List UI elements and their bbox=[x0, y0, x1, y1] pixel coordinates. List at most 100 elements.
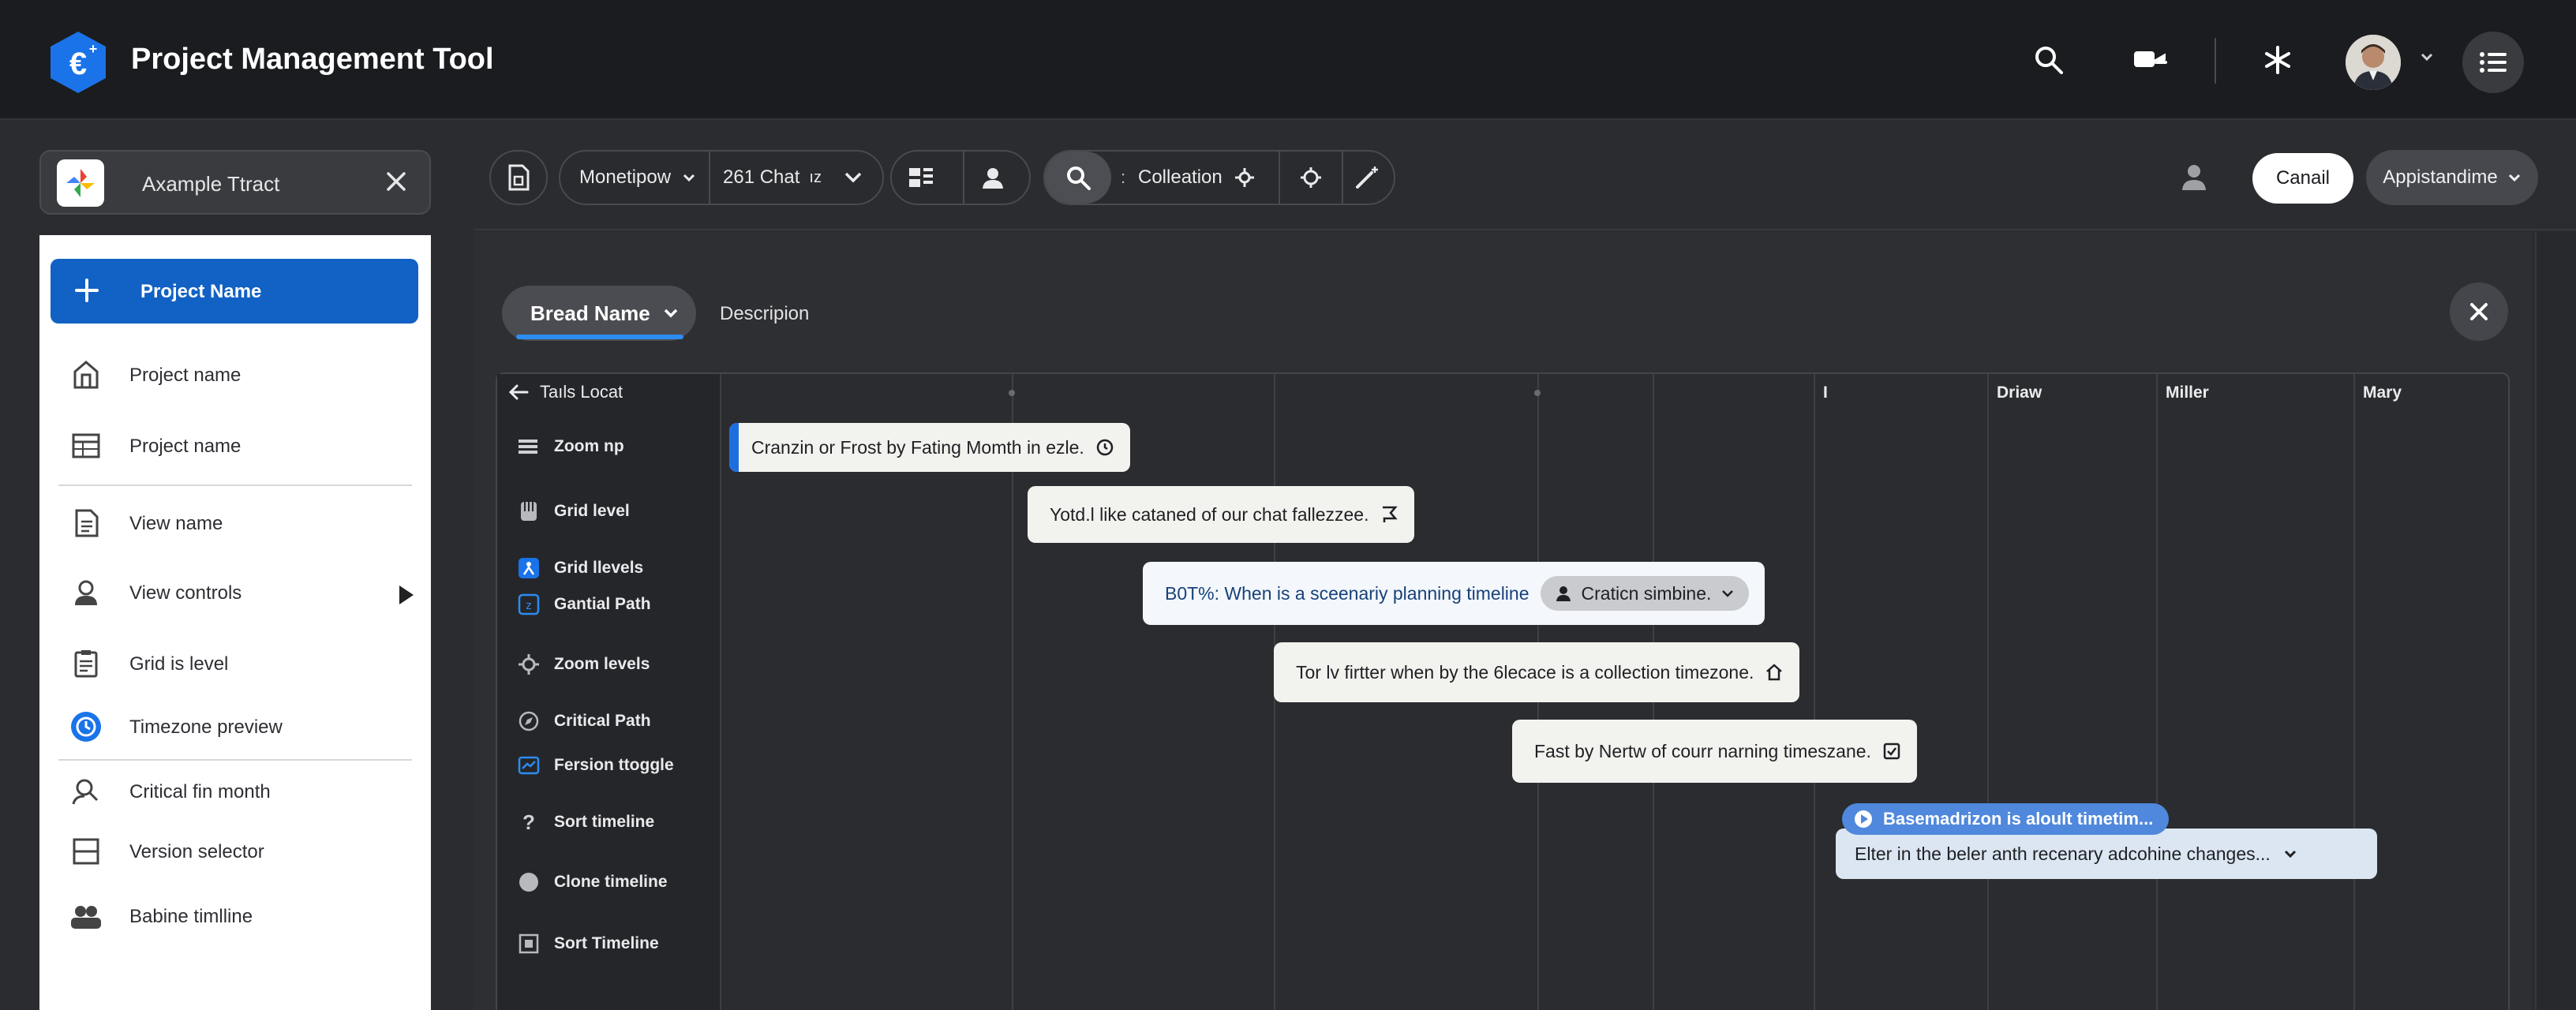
task-bar-selected[interactable]: B0T%: When is a sceenariy planning timel… bbox=[1143, 562, 1765, 625]
sidebar-item-project-name[interactable]: Project name bbox=[39, 344, 431, 404]
grid-option-grid-level[interactable]: Grid level bbox=[518, 500, 630, 522]
compass-icon bbox=[518, 710, 540, 732]
sidebar-item-label: Critical fin month bbox=[129, 781, 271, 802]
divider bbox=[709, 152, 710, 204]
user-icon[interactable] bbox=[2178, 161, 2210, 193]
column-header: Mary bbox=[2363, 383, 2402, 402]
grid-option-sort-timeline-2[interactable]: Sort Timeline bbox=[518, 933, 659, 955]
new-file-button[interactable] bbox=[489, 150, 548, 205]
sidebar-item-view-controls[interactable]: View controls bbox=[39, 562, 431, 622]
sidebar-item-critical-fin-month[interactable]: Critical fin month bbox=[39, 761, 431, 821]
apps-dropdown[interactable]: Appistandime bbox=[2366, 150, 2538, 205]
person-badge-icon bbox=[518, 557, 540, 579]
view-dropdown-group: Monetipow 261 Chat ız bbox=[559, 150, 884, 205]
task-bar-blue[interactable]: Elter in the beler anth recenary adcohin… bbox=[1836, 829, 2377, 879]
tooltip-text: Basemadrizon is aloult timetim... bbox=[1883, 809, 2154, 829]
grid-option-zoom-levels[interactable]: Zoom levels bbox=[518, 653, 650, 675]
grid-marker bbox=[1009, 390, 1015, 396]
sidebar-item-project-name-primary[interactable]: Project Name bbox=[51, 259, 418, 324]
column-header: Miller bbox=[2166, 383, 2209, 402]
timezone-icon bbox=[69, 710, 103, 743]
chevron-down-icon bbox=[2284, 850, 2296, 858]
task-bar[interactable]: Cranzin or Frost by Fating Momth in ezle… bbox=[729, 423, 1130, 472]
back-to-tasks[interactable]: Taıls Locat bbox=[508, 382, 623, 402]
tab-bread-name[interactable]: Bread Name bbox=[502, 286, 696, 341]
task-text: Yotd.l like cataned of our chat fallezze… bbox=[1050, 503, 1369, 525]
flag-icon bbox=[1383, 506, 1398, 522]
chevron-down-icon bbox=[664, 309, 677, 318]
separator-glyph: : bbox=[1121, 167, 1126, 187]
app-logo-icon[interactable]: € + bbox=[47, 30, 109, 95]
close-panel-button[interactable] bbox=[2450, 282, 2508, 341]
sidebar-item-label: View name bbox=[129, 513, 223, 534]
task-text: Elter in the beler anth recenary adcohin… bbox=[1855, 843, 2271, 864]
sidebar-item-label: Version selector bbox=[129, 841, 264, 862]
task-bar[interactable]: Fast by Nertw of courr narning timeszane… bbox=[1512, 720, 1917, 783]
person-button[interactable] bbox=[980, 152, 1005, 204]
divider bbox=[58, 484, 412, 486]
grid-line bbox=[1814, 374, 1815, 1010]
sidebar-item-label: Babine timlline bbox=[129, 906, 253, 927]
sidebar-item-view-name[interactable]: View name bbox=[39, 492, 431, 552]
caret-right-icon[interactable] bbox=[398, 584, 415, 606]
sidebar-item-project-name-2[interactable]: Project name bbox=[39, 415, 431, 475]
sidebar-item-timezone-preview[interactable]: Timezone preview bbox=[39, 696, 431, 756]
task-text: Cranzin or Frost by Fating Momth in ezle… bbox=[751, 436, 1084, 458]
sidebar-item-babine-timline[interactable]: Babine timlline bbox=[39, 885, 431, 945]
sidebar-header: Axample Ttract bbox=[39, 150, 431, 215]
sidebar-primary-label: Project Name bbox=[140, 281, 262, 302]
apps-dropdown-label: Appistandime bbox=[2383, 166, 2498, 188]
asterisk-icon[interactable] bbox=[2256, 38, 2300, 82]
switch-icon[interactable] bbox=[2128, 38, 2172, 82]
tab-description[interactable]: Descripion bbox=[720, 303, 809, 325]
file-icon bbox=[508, 164, 530, 191]
assignee-chip[interactable]: Craticn simbine. bbox=[1540, 576, 1750, 611]
home-icon bbox=[1766, 664, 1783, 681]
gear-icon bbox=[518, 653, 540, 675]
chat-dropdown[interactable]: 261 Chat ız bbox=[723, 152, 863, 204]
sidebar-header-title: Axample Ttract bbox=[142, 172, 280, 196]
grid-option-grid-llevels[interactable]: Grid llevels bbox=[518, 557, 643, 579]
layout-person-group bbox=[890, 150, 1031, 205]
tab-label: Bread Name bbox=[530, 301, 650, 325]
grid-option-critical-path[interactable]: Critical Path bbox=[518, 710, 651, 732]
chevron-down-icon bbox=[844, 172, 862, 183]
search-group: : Colleation bbox=[1043, 150, 1395, 205]
list-menu-icon[interactable] bbox=[2462, 32, 2524, 93]
search-icon[interactable] bbox=[2027, 38, 2071, 82]
table-icon bbox=[69, 429, 103, 462]
grid-marker bbox=[1534, 390, 1541, 396]
task-bar[interactable]: Yotd.l like cataned of our chat fallezze… bbox=[1028, 486, 1415, 543]
layout-button[interactable] bbox=[908, 152, 934, 204]
right-rail bbox=[2535, 232, 2576, 1010]
lines-icon bbox=[518, 436, 540, 458]
settings-button[interactable] bbox=[1299, 152, 1323, 204]
chart-icon bbox=[518, 754, 540, 776]
layers-icon bbox=[518, 500, 540, 522]
sidebar: Project Name Project name Project name V… bbox=[39, 235, 431, 1010]
grid-option-gantial-path[interactable]: z Gantial Path bbox=[518, 593, 651, 615]
grid-line bbox=[2156, 374, 2158, 1010]
search-button[interactable] bbox=[1045, 152, 1111, 204]
chevron-down-icon bbox=[1722, 590, 1734, 597]
grid-option-fersion-ttoggle[interactable]: Fersion ttoggle bbox=[518, 754, 674, 776]
column-header: I bbox=[1823, 383, 1828, 402]
magic-button[interactable] bbox=[1354, 152, 1380, 204]
sidebar-item-label: Project name bbox=[129, 436, 242, 457]
avatar[interactable] bbox=[2346, 35, 2401, 90]
sidebar-item-version-selector[interactable]: Version selector bbox=[39, 821, 431, 881]
monetipow-dropdown[interactable]: Monetipow bbox=[579, 152, 696, 204]
assignee-label: Craticn simbine. bbox=[1581, 582, 1712, 604]
person-icon bbox=[69, 576, 103, 609]
grid-option-sort-timeline[interactable]: ? Sort timeline bbox=[518, 810, 654, 834]
cancel-button[interactable]: Canail bbox=[2252, 153, 2353, 204]
collection-search-field[interactable]: Colleation bbox=[1138, 152, 1256, 204]
grid-option-zoom-np[interactable]: Zoom np bbox=[518, 436, 624, 458]
sidebar-item-grid-level[interactable]: Grid is level bbox=[39, 633, 431, 693]
grid-option-clone-timeline[interactable]: Clone timeline bbox=[518, 871, 668, 893]
layout-icon bbox=[909, 168, 933, 187]
chevron-down-icon[interactable] bbox=[2420, 52, 2434, 62]
close-icon[interactable] bbox=[380, 166, 412, 197]
divider bbox=[963, 152, 964, 204]
task-bar[interactable]: Tor lv firtter when by the 6lecace is a … bbox=[1274, 642, 1800, 702]
